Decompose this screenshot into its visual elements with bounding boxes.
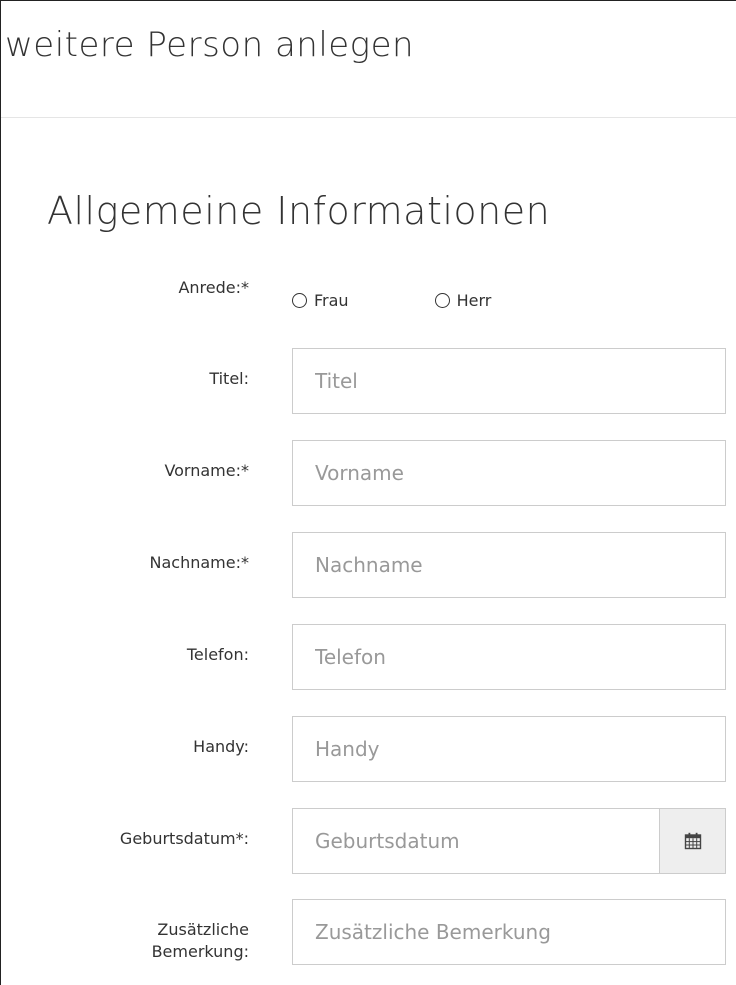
remark-input[interactable] [292, 899, 726, 965]
title-input[interactable] [292, 348, 726, 414]
radio-herr[interactable]: Herr [434, 290, 492, 310]
radio-herr-label: Herr [456, 290, 492, 310]
radio-frau[interactable]: Frau [292, 291, 349, 310]
modal-title: weitere Person anlegen [5, 25, 415, 65]
modal-frame: weitere Person anlegen Allgemeine Inform… [0, 0, 736, 985]
modal-header: weitere Person anlegen [1, 1, 736, 118]
birthdate-label: Geburtsdatum*: [119, 829, 249, 848]
phone-label: Telefon: [186, 645, 249, 664]
remark-label: Zusätzliche Bemerkung: [1, 919, 249, 963]
birthdate-input[interactable] [292, 808, 660, 874]
mobile-input[interactable] [292, 716, 726, 782]
section-title: Allgemeine Informationen [47, 189, 551, 233]
firstname-label: Vorname:* [164, 461, 249, 480]
title-label: Titel: [209, 369, 249, 388]
firstname-input[interactable] [292, 440, 726, 506]
radio-frau-label: Frau [314, 290, 349, 310]
radio-circle-icon[interactable] [292, 292, 307, 308]
mobile-label: Handy: [193, 737, 249, 756]
radio-circle-icon[interactable] [434, 292, 450, 308]
calendar-icon [684, 832, 701, 850]
salutation-radio-group: Frau Herr [292, 287, 491, 313]
datepicker-button[interactable] [659, 808, 726, 874]
lastname-input[interactable] [292, 532, 726, 598]
salutation-label: Anrede:* [178, 278, 249, 297]
lastname-label: Nachname:* [149, 553, 249, 572]
phone-input[interactable] [292, 624, 726, 690]
remark-label-line2: Bemerkung: [151, 942, 249, 961]
remark-label-line1: Zusätzliche [157, 920, 249, 939]
